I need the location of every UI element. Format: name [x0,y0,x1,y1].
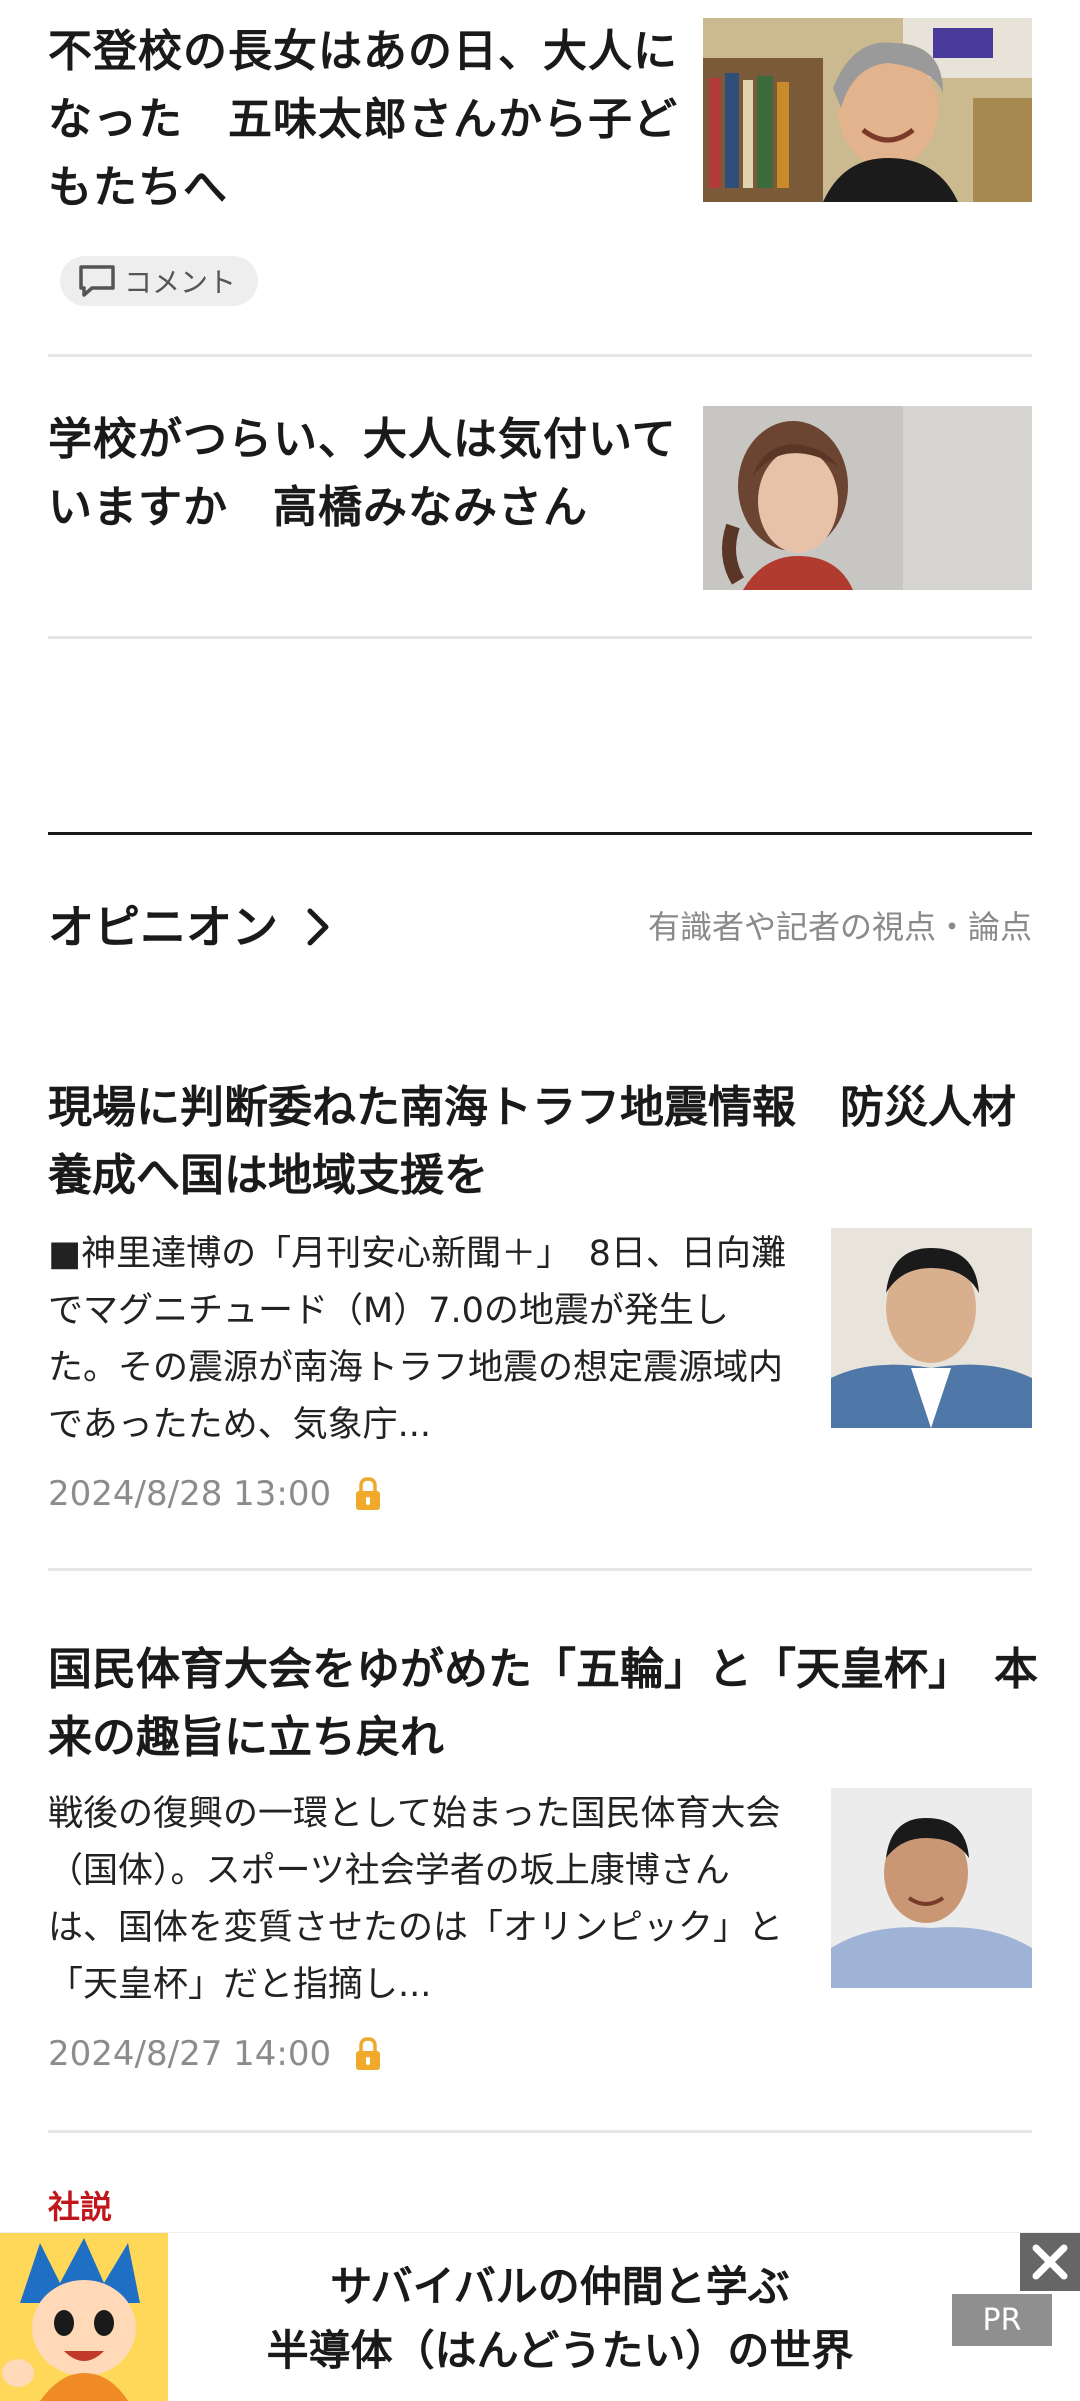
article-title[interactable]: 学校がつらい、大人は気付いていますか 高橋みなみさん [48,406,678,542]
opinion-thumbnail[interactable] [831,1228,1032,1428]
comment-icon [79,265,115,297]
close-icon [1032,2244,1068,2280]
article-thumbnail[interactable] [703,406,1032,590]
divider [48,354,1032,357]
opinion-summary[interactable]: ■神里達博の「月刊安心新聞＋」 8日、日向灘でマグニチュード（M）7.0の地震が… [48,1226,798,1454]
section-subtitle: 有識者や記者の視点・論点 [647,908,1032,946]
divider [48,2130,1032,2133]
opinion-title[interactable]: 国民体育大会をゆがめた「五輪」と「天皇杯」 本来の趣旨に立ち戻れ [48,1636,1038,1772]
ad-banner[interactable]: サバイバルの仲間と学ぶ 半導体（はんどうたい）の世界 PR [0,2232,1080,2401]
article-thumbnail[interactable] [703,18,1032,202]
opinion-thumbnail[interactable] [831,1788,1032,1988]
ad-close-button[interactable] [1020,2233,1080,2291]
lock-icon [356,2037,381,2070]
ad-pr-badge: PR [952,2294,1052,2346]
section-rule [48,832,1032,835]
article-title[interactable]: 不登校の長女はあの日、大人になった 五味太郎さんから子どもたちへ [48,18,678,222]
opinion-title[interactable]: 現場に判断委ねた南海トラフ地震情報 防災人材養成へ国は地域支援を [48,1074,1038,1210]
chevron-right-icon [307,908,329,946]
section-label-editorial[interactable]: 社説 [48,2182,112,2228]
lock-icon [356,1477,381,1510]
section-title[interactable]: オピニオン [48,892,330,962]
article-item[interactable]: 学校がつらい、大人は気付いていますか 高橋みなみさん [48,406,1032,636]
comment-button[interactable]: コメント [60,256,259,306]
comment-label: コメント [124,266,237,299]
divider [48,636,1032,639]
ad-character-image[interactable] [0,2233,168,2401]
opinion-meta: 2024/8/28 13:00 [48,1474,383,1514]
publish-date: 2024/8/28 13:00 [48,1474,332,1514]
opinion-meta: 2024/8/27 14:00 [48,2034,383,2074]
ad-headline[interactable]: サバイバルの仲間と学ぶ 半導体（はんどうたい）の世界 [230,2255,890,2383]
article-item[interactable]: 不登校の長女はあの日、大人になった 五味太郎さんから子どもたちへ コメント [48,18,1032,348]
publish-date: 2024/8/27 14:00 [48,2034,332,2074]
section-header-opinion[interactable]: オピニオン 有識者や記者の視点・論点 [48,892,1032,962]
divider [48,1568,1032,1571]
opinion-summary[interactable]: 戦後の復興の一環として始まった国民体育大会（国体）。スポーツ社会学者の坂上康博さ… [48,1786,798,2014]
